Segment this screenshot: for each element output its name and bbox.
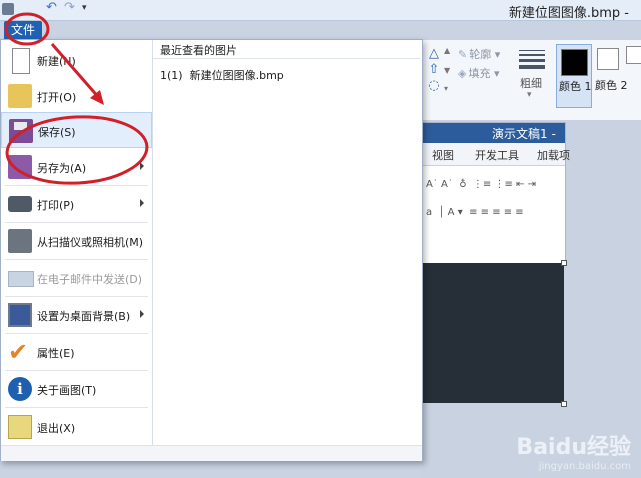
menu-item-save[interactable]: 保存(S) xyxy=(1,112,152,148)
recent-item[interactable]: 1(1) 新建位图图像.bmp xyxy=(160,67,284,83)
menu-item-set-desktop[interactable]: 设置为桌面背景(B) xyxy=(1,297,152,333)
menu-item-properties[interactable]: ✔ 属性(E) xyxy=(1,334,152,370)
recent-divider xyxy=(153,58,420,59)
menu-item-label: 从扫描仪或照相机(M) xyxy=(37,236,144,249)
save-as-icon xyxy=(8,155,32,179)
fill-label: 填充 xyxy=(468,67,491,80)
outline-button[interactable]: ✎ 轮廓 ▾ xyxy=(458,46,500,62)
desktop-icon xyxy=(8,303,32,327)
watermark-url: jingyan.baidu.com xyxy=(538,461,631,472)
menu-item-save-as[interactable]: 另存为(A) xyxy=(1,149,152,185)
scroll-down-icon[interactable]: ▼ xyxy=(444,66,450,75)
bucket-icon: ◈ xyxy=(458,67,467,80)
chevron-down-icon: ▾ xyxy=(494,48,501,61)
redo-icon[interactable]: ↷ xyxy=(64,0,76,15)
menu-divider xyxy=(5,407,148,408)
menu-item-about[interactable]: i 关于画图(T) xyxy=(1,371,152,407)
open-folder-icon xyxy=(8,84,32,108)
file-menu-commands: 新建(N) 打开(O) 保存(S) 另存为(A) 打印(P) 从扫描仪或照相机(… xyxy=(1,40,153,460)
color2-label: 颜色 2 xyxy=(595,79,628,92)
menu-item-new[interactable]: 新建(N) xyxy=(1,42,152,78)
outline-label: 轮廓 xyxy=(469,48,492,61)
email-icon xyxy=(8,271,34,287)
embedded-toolbar-row: A˙ A˙ ♁ ⋮≡ ⋮≡ ⇤ ⇥ xyxy=(426,179,536,190)
menu-item-email: 在电子邮件中发送(D) xyxy=(1,260,152,296)
arrow-up-shape-icon[interactable]: ⇧ xyxy=(424,62,444,78)
color1-label: 颜色 1 xyxy=(559,80,592,93)
menu-item-label: 打印(P) xyxy=(37,199,75,212)
chevron-down-icon: ▾ xyxy=(527,90,532,100)
submenu-arrow-icon xyxy=(140,162,144,170)
resize-handle[interactable] xyxy=(561,260,567,266)
recent-item-name: 新建位图图像.bmp xyxy=(189,69,284,82)
shapes-gallery[interactable]: △ ⇧ ◌ xyxy=(424,46,444,94)
menu-item-label: 打开(O) xyxy=(37,91,77,104)
color2-swatch xyxy=(597,48,619,70)
menu-footer xyxy=(1,445,422,461)
scanner-icon xyxy=(8,229,32,253)
menu-item-open[interactable]: 打开(O) xyxy=(1,78,152,114)
scroll-up-icon[interactable]: ▲ xyxy=(444,46,450,55)
submenu-arrow-icon xyxy=(140,310,144,318)
menu-item-label: 关于画图(T) xyxy=(37,384,97,397)
size-icon[interactable] xyxy=(519,47,545,72)
embedded-tab-view: 视图 xyxy=(432,149,454,162)
new-document-icon xyxy=(12,48,30,74)
watermark: Baidu经验 jingyan.baidu.com xyxy=(516,429,631,472)
checkmark-icon: ✔ xyxy=(8,338,29,366)
chevron-down-icon: ▾ xyxy=(493,67,500,80)
save-floppy-icon xyxy=(9,119,33,143)
file-menu: 新建(N) 打开(O) 保存(S) 另存为(A) 打印(P) 从扫描仪或照相机(… xyxy=(0,39,423,461)
embedded-tab-developer: 开发工具 xyxy=(475,149,519,162)
printer-icon xyxy=(8,196,32,212)
menu-item-label: 退出(X) xyxy=(37,422,76,435)
embedded-window-title: 演示文稿1 - xyxy=(492,127,556,141)
resize-handle[interactable] xyxy=(561,401,567,407)
callout-shape-icon[interactable]: ◌ xyxy=(424,78,444,94)
palette-swatch[interactable] xyxy=(626,46,641,64)
menu-item-scanner[interactable]: 从扫描仪或照相机(M) xyxy=(1,223,152,259)
exit-icon xyxy=(8,415,32,439)
menu-item-print[interactable]: 打印(P) xyxy=(1,186,152,222)
menu-item-label: 新建(N) xyxy=(37,55,76,68)
color1-swatch xyxy=(561,49,588,76)
watermark-logo: Baidu经验 xyxy=(516,435,631,460)
menu-item-label: 设置为桌面背景(B) xyxy=(37,310,131,323)
menu-item-label: 保存(S) xyxy=(38,126,76,139)
dark-slide-area xyxy=(421,263,564,403)
window-title: 新建位图图像.bmp - xyxy=(508,6,629,21)
file-tab[interactable]: 文件 xyxy=(4,21,42,39)
menu-item-label: 属性(E) xyxy=(37,347,75,360)
recent-pictures-title: 最近查看的图片 xyxy=(160,44,237,57)
menu-item-exit[interactable]: 退出(X) xyxy=(1,409,152,445)
size-label: 粗细 xyxy=(520,77,542,90)
submenu-arrow-icon xyxy=(140,199,144,207)
more-shapes-icon[interactable]: ▾ xyxy=(444,84,448,93)
menu-item-label: 另存为(A) xyxy=(37,162,87,175)
recent-item-index: 1(1) xyxy=(160,69,183,82)
undo-icon[interactable]: ↶ xyxy=(46,0,58,15)
title-bar: ↶ ↷ ▾ 新建位图图像.bmp - xyxy=(0,0,641,21)
embedded-screenshot: 演示文稿1 - 视图 开发工具 加载项 A˙ A˙ ♁ ⋮≡ ⋮≡ ⇤ ⇥ a … xyxy=(421,122,570,264)
color1-button[interactable]: 颜色 1 xyxy=(556,44,592,108)
embedded-tab-addins: 加载项 xyxy=(537,149,570,162)
info-icon: i xyxy=(8,377,32,401)
triangle-shape-icon[interactable]: △ xyxy=(424,46,444,62)
color2-button[interactable]: 颜色 2 xyxy=(593,44,628,106)
embedded-toolbar-row: a │ A ▾ ≡ ≡ ≡ ≡ ≡ xyxy=(426,207,524,218)
brush-icon: ✎ xyxy=(458,48,468,61)
fill-button[interactable]: ◈ 填充 ▾ xyxy=(458,65,500,81)
menu-item-label: 在电子邮件中发送(D) xyxy=(37,273,143,286)
save-icon[interactable] xyxy=(2,3,14,15)
customize-icon[interactable]: ▾ xyxy=(82,3,94,15)
